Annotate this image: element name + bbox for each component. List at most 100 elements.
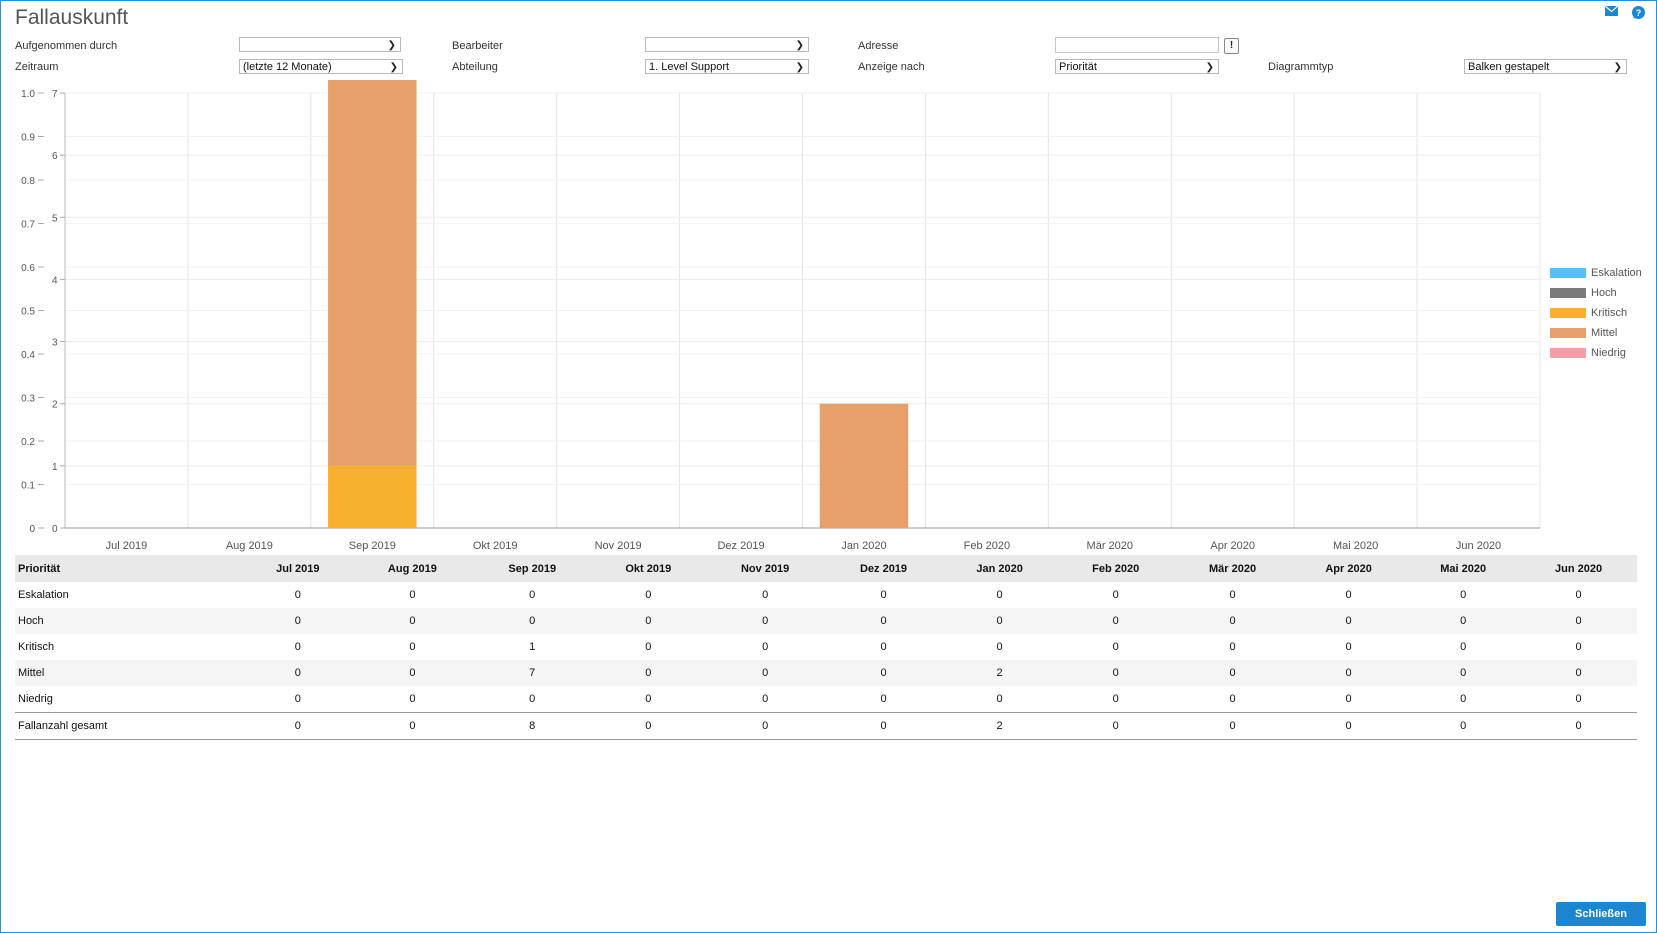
table-cell: 0: [294, 589, 301, 601]
table-cell: 0: [762, 641, 769, 653]
table-row: Hoch 0 0 0 0 0 0 0 0 0 0 0 0: [15, 608, 1637, 634]
close-button[interactable]: Schließen: [1556, 902, 1646, 926]
y2-tick-label: 0.2: [21, 437, 35, 448]
adresse-lookup-button[interactable]: !: [1224, 38, 1239, 54]
table-row: Kritisch 0 0 1 0 0 0 0 0 0 0 0 0: [15, 634, 1637, 660]
table-cell: 0: [825, 660, 942, 686]
x-tick-label: Nov 2019: [595, 540, 642, 552]
table-header-row: Priorität Jul 2019 Aug 2019 Sep 2019 Okt 20…: [15, 555, 1637, 582]
x-tick-label: Dez 2019: [717, 540, 764, 552]
table-cell: 0: [1229, 641, 1236, 653]
legend-label: Hoch: [1591, 287, 1617, 299]
table-cell: 0: [1290, 660, 1407, 686]
table-cell: 0: [996, 641, 1003, 653]
table-cell: 0: [591, 608, 706, 634]
y-tick-label: 5: [52, 213, 58, 224]
adresse-input[interactable]: [1055, 37, 1219, 53]
x-tick-label: Okt 2019: [473, 540, 518, 552]
table-cell: 0: [880, 693, 887, 705]
table-cell: 0: [409, 589, 416, 601]
legend-swatch: [1550, 348, 1586, 358]
bearbeiter-select[interactable]: ❯: [645, 37, 809, 52]
zeitraum-label: Zeitraum: [15, 61, 59, 73]
table-cell: 0: [591, 660, 706, 686]
row-label: Eskalation: [18, 589, 69, 601]
total-cell: 0: [1290, 712, 1407, 740]
y-tick-label: 7: [52, 89, 58, 100]
anzeige-value: Priorität: [1059, 61, 1097, 73]
column-header-month: Jan 2020: [941, 555, 1058, 582]
aufgenommen-select[interactable]: ❯: [239, 37, 401, 52]
table-cell: 0: [529, 589, 536, 601]
zeitraum-value: (letzte 12 Monate): [243, 61, 332, 73]
chevron-down-icon: ❯: [1613, 62, 1622, 73]
table-cell: 0: [351, 660, 474, 686]
table-cell: 0: [243, 660, 352, 686]
total-cell: 0: [1520, 712, 1637, 740]
x-tick-label: Mai 2020: [1333, 540, 1378, 552]
legend-item-mittel[interactable]: Mittel: [1550, 323, 1642, 343]
diagrammtyp-select[interactable]: Balken gestapelt ❯: [1464, 59, 1627, 74]
chevron-down-icon: ❯: [795, 40, 804, 51]
column-header-month: Jul 2019: [243, 555, 352, 582]
bar-segment-mittel: [819, 403, 909, 528]
table-cell: 0: [1520, 660, 1637, 686]
legend-item-kritisch[interactable]: Kritisch: [1550, 303, 1642, 323]
legend-label: Kritisch: [1591, 307, 1628, 319]
y-tick-label: 6: [52, 151, 58, 162]
legend-item-hoch[interactable]: Hoch: [1550, 283, 1642, 303]
total-cell: 0: [591, 712, 706, 740]
table-cell: 0: [409, 693, 416, 705]
x-tick-label: Aug 2019: [226, 540, 273, 552]
y-tick-label: 4: [52, 275, 58, 286]
page-title: Fallauskunft: [15, 6, 129, 29]
total-cell: 2: [941, 712, 1058, 740]
table-cell: 0: [645, 693, 652, 705]
table-cell: 0: [1345, 589, 1352, 601]
legend-swatch: [1550, 328, 1586, 338]
table-cell: 0: [825, 608, 942, 634]
total-cell: 0: [705, 712, 826, 740]
chevron-down-icon: ❯: [1205, 62, 1214, 73]
row-label: Niedrig: [18, 693, 53, 705]
table-cell: 0: [1520, 608, 1637, 634]
total-cell: 0: [351, 712, 474, 740]
table-cell: 0: [1345, 641, 1352, 653]
anzeige-select[interactable]: Priorität ❯: [1055, 59, 1219, 74]
top-icons: ?: [1605, 6, 1645, 19]
legend-item-eskalation[interactable]: Eskalation: [1550, 263, 1642, 283]
bearbeiter-label: Bearbeiter: [452, 40, 503, 52]
legend-item-niedrig[interactable]: Niedrig: [1550, 343, 1642, 363]
table-cell: 0: [1290, 608, 1407, 634]
table-cell: 0: [645, 641, 652, 653]
chart-legend: Eskalation Hoch Kritisch Mittel Niedrig: [1550, 263, 1642, 363]
legend-label: Mittel: [1591, 327, 1618, 339]
legend-label: Eskalation: [1591, 267, 1642, 279]
total-cell: 0: [243, 712, 352, 740]
zeitraum-select[interactable]: (letzte 12 Monate) ❯: [239, 59, 403, 74]
table-cell: 0: [1460, 589, 1467, 601]
x-tick-label: Mär 2020: [1087, 540, 1133, 552]
column-header-month: Jun 2020: [1520, 555, 1637, 582]
y-tick-label: 3: [52, 338, 58, 349]
anzeige-label: Anzeige nach: [858, 61, 925, 73]
y-tick-label: 0: [52, 524, 58, 535]
table-cell: 7: [473, 660, 592, 686]
table-cell: 0: [1174, 660, 1291, 686]
total-label: Fallanzahl gesamt: [15, 712, 244, 740]
svg-text:?: ?: [1636, 8, 1642, 18]
abteilung-label: Abteilung: [452, 61, 498, 73]
x-tick-label: Apr 2020: [1210, 540, 1255, 552]
abteilung-select[interactable]: 1. Level Support ❯: [645, 59, 809, 74]
info-icon[interactable]: ?: [1632, 6, 1645, 19]
table-cell: 0: [996, 693, 1003, 705]
mail-icon[interactable]: [1605, 6, 1618, 16]
table-cell: 0: [1112, 641, 1119, 653]
table-cell: 0: [294, 693, 301, 705]
table-cell: 0: [880, 589, 887, 601]
total-cell: 0: [1174, 712, 1291, 740]
aufgenommen-label: Aufgenommen durch: [15, 40, 118, 52]
chevron-down-icon: ❯: [387, 40, 396, 51]
row-label: Mittel: [15, 660, 244, 686]
legend-label: Niedrig: [1591, 347, 1626, 359]
